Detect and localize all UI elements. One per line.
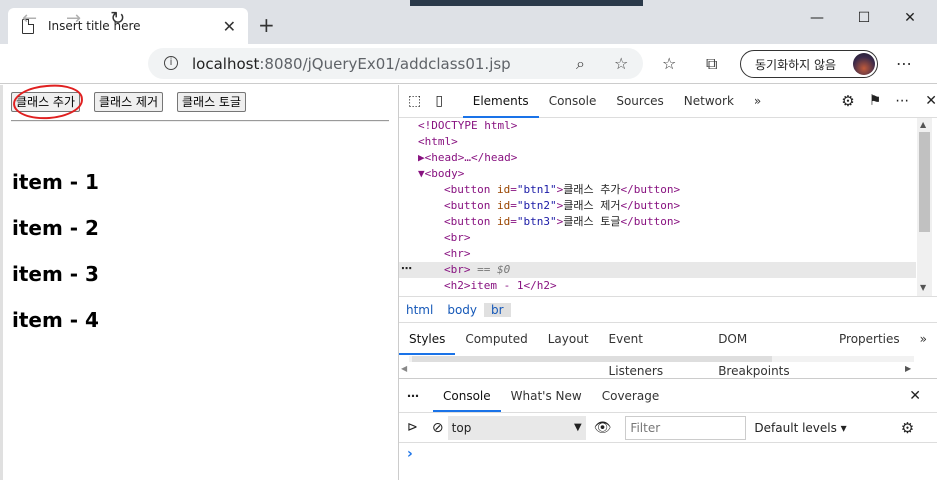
sync-label: 동기화하지 않음: [755, 57, 837, 72]
avatar: [853, 53, 875, 75]
drawer-close-icon[interactable]: ✕: [909, 388, 921, 404]
url-text[interactable]: localhost:8080/jQueryEx01/addclass01.jsp: [192, 55, 511, 73]
context-select[interactable]: top ▼: [447, 415, 586, 440]
scroll-up-icon[interactable]: ▲: [920, 120, 926, 129]
refresh-icon[interactable]: ↻: [110, 10, 125, 28]
more-tabs-icon[interactable]: »: [744, 85, 771, 118]
drawer-tab-coverage[interactable]: Coverage: [592, 380, 670, 412]
drawer-tab-whats-new[interactable]: What's New: [501, 380, 592, 412]
forward-icon[interactable]: →: [66, 10, 81, 28]
console-prompt[interactable]: ›: [407, 446, 413, 462]
maximize-button[interactable]: ☐: [844, 10, 884, 26]
tab-dom-breakpoints[interactable]: DOM Breakpoints: [708, 323, 829, 378]
item-heading: item - 2: [12, 216, 99, 240]
sidebar-toggle-icon[interactable]: ⊳: [407, 420, 418, 435]
item-heading: item - 1: [12, 170, 99, 194]
device-toolbar-icon[interactable]: ▯: [435, 93, 456, 109]
zoom-icon[interactable]: ⌕: [576, 54, 585, 74]
tab-properties[interactable]: Properties: [829, 323, 910, 355]
tab-layout[interactable]: Layout: [538, 323, 599, 355]
log-levels-dropdown[interactable]: Default levels ▾: [754, 421, 846, 435]
tab-computed[interactable]: Computed: [455, 323, 537, 355]
scroll-right-icon[interactable]: ▶: [905, 364, 911, 373]
devtools-more-icon[interactable]: ⋯: [895, 93, 909, 109]
tab-elements[interactable]: Elements: [462, 85, 539, 118]
dom-line[interactable]: <hr>: [444, 246, 471, 262]
context-value: top: [451, 420, 472, 435]
scroll-left-icon[interactable]: ◀: [401, 364, 407, 373]
browser-tab[interactable]: Insert title here ✕: [8, 8, 248, 44]
feedback-icon[interactable]: ⚑: [869, 93, 882, 109]
tab-sources[interactable]: Sources: [606, 85, 673, 118]
settings-more-icon[interactable]: ⋯: [896, 54, 912, 73]
url-path: :8080/jQueryEx01/addclass01.jsp: [259, 55, 511, 73]
horizontal-scrollbar-thumb[interactable]: [412, 356, 772, 362]
scrollbar-thumb[interactable]: [919, 132, 930, 232]
dom-line[interactable]: ▶<head>…</head>: [418, 150, 517, 166]
item-heading: item - 4: [12, 308, 99, 332]
item-heading: item - 3: [12, 262, 99, 286]
dom-line[interactable]: <button id="btn1">클래스 추가</button>: [444, 182, 680, 198]
eye-icon[interactable]: 👁: [594, 420, 612, 436]
chevron-down-icon: ▼: [573, 421, 582, 433]
console-settings-gear-icon[interactable]: ⚙: [901, 419, 914, 437]
styles-pane-tabs: Styles Computed Layout Event Listeners D…: [399, 322, 937, 378]
back-icon[interactable]: ←: [22, 10, 37, 28]
breadcrumb-body[interactable]: body: [440, 303, 484, 317]
close-window-button[interactable]: ✕: [890, 10, 930, 26]
console-toolbar: ⊳ ⊘ top ▼ 👁 Filter Default levels ▾ ⚙: [399, 412, 937, 443]
tab-network[interactable]: Network: [674, 85, 744, 118]
remove-class-button[interactable]: 클래스 제거: [94, 92, 164, 112]
drawer-tab-console[interactable]: Console: [433, 380, 501, 412]
dom-line[interactable]: <button id="btn2">클래스 제거</button>: [444, 198, 680, 214]
inspect-element-icon[interactable]: ⬚: [408, 93, 429, 109]
clear-console-icon[interactable]: ⊘: [432, 420, 444, 436]
profile-sync-button[interactable]: 동기화하지 않음: [740, 50, 878, 78]
dom-line[interactable]: <html>: [418, 134, 458, 150]
breadcrumb-br[interactable]: br: [484, 302, 511, 317]
breadcrumb-html[interactable]: html: [399, 303, 440, 317]
new-tab-button[interactable]: +: [258, 15, 275, 35]
drawer-menu-icon[interactable]: ⋯: [407, 389, 419, 403]
gear-icon[interactable]: ⚙: [841, 92, 854, 110]
drawer-divider[interactable]: [399, 378, 937, 379]
favorite-star-icon[interactable]: ☆: [614, 54, 628, 73]
horizontal-rule: [11, 120, 389, 122]
filter-input[interactable]: Filter: [625, 415, 747, 440]
scroll-down-icon[interactable]: ▼: [920, 283, 926, 292]
dom-line[interactable]: <!DOCTYPE html>: [418, 118, 517, 134]
url-host: localhost: [192, 55, 260, 73]
info-icon[interactable]: i: [164, 56, 178, 70]
toggle-class-button[interactable]: 클래스 토글: [177, 92, 247, 112]
background-window-strip: [410, 0, 643, 6]
tab-console[interactable]: Console: [539, 85, 607, 118]
devtools-close-icon[interactable]: ✕: [925, 93, 937, 109]
dom-line[interactable]: ▼<body>: [418, 166, 464, 182]
tab-event-listeners[interactable]: Event Listeners: [599, 323, 709, 378]
minimize-button[interactable]: —: [797, 10, 837, 26]
favorites-icon[interactable]: ☆: [662, 54, 676, 73]
dom-line[interactable]: <br>: [444, 230, 471, 246]
dom-line[interactable]: <button id="btn3">클래스 토글</button>: [444, 214, 680, 230]
tab-close-icon[interactable]: ✕: [223, 17, 236, 36]
drawer-tabs: ⋯ Console What's New Coverage ✕: [399, 380, 937, 412]
collections-icon[interactable]: ⧉: [706, 54, 717, 74]
devtools-toolbar: ⬚ ▯ Elements Console Sources Network » ⚙…: [399, 85, 937, 118]
dom-line[interactable]: <h2>item - 1</h2>: [444, 278, 557, 294]
tab-styles[interactable]: Styles: [399, 323, 456, 355]
breadcrumb: html body br: [399, 296, 937, 322]
row-ellipsis-icon[interactable]: ⋯: [401, 262, 412, 275]
dom-line[interactable]: <br> == $0: [444, 262, 510, 278]
more-style-tabs-icon[interactable]: »: [910, 323, 937, 355]
